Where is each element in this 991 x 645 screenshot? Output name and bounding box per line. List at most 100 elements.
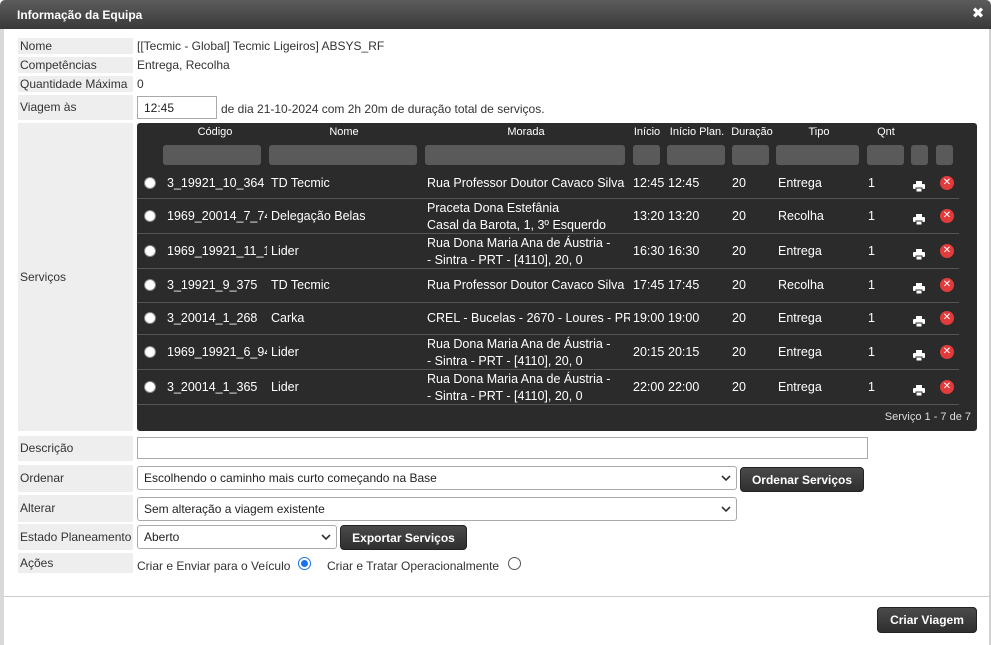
row-select-radio[interactable] [144,380,156,393]
header-duracao[interactable]: Duração [730,126,774,138]
print-icon[interactable] [913,213,925,225]
cell-qnt: 1 [868,243,875,258]
header-morada[interactable]: Morada [425,126,627,138]
cell-codigo: 3_19921_10_364 [167,176,265,190]
filter-codigo[interactable] [163,145,261,165]
cell-qnt: 1 [868,379,875,394]
header-nome[interactable]: Nome [269,126,419,138]
cell-morada: Rua Professor Doutor Cavaco Silva [427,278,625,292]
morada-line-2: - Sintra - PRT - [4110], 20, 0 [427,253,583,267]
filter-nome[interactable] [269,145,417,165]
cell-inicio: 19:00 [633,311,665,325]
acao-enviar-radio[interactable] [298,557,311,570]
header-codigo[interactable]: Código [165,126,265,138]
row-select-radio[interactable] [144,177,156,189]
cell-plan: 19:00 [668,311,700,325]
cell-morada: Praceta Dona Estefânia Casal da Barota, 1… [427,200,630,234]
cell-tipo: Entrega [778,243,822,258]
cell-duracao: 20 [732,311,746,325]
cell-duracao: 20 [732,344,746,359]
table-row[interactable]: 1969_19921_11_1 Lider Rua Dona Maria Ana d… [137,234,959,269]
cell-codigo: 3_20014_1_365 [167,379,258,394]
print-icon[interactable] [913,181,925,192]
table-row[interactable]: 3_20014_1_365 Lider Rua Dona Maria Ana de … [137,370,959,405]
filter-tipo[interactable] [776,145,859,165]
header-inicio-plan[interactable]: Início Plan. [667,126,727,138]
filter-delete[interactable] [936,145,953,165]
delete-icon[interactable]: ✕ [940,379,954,394]
filter-print[interactable] [911,145,928,165]
cell-nome: Delegação Belas [271,208,366,223]
filter-inicio-plan[interactable] [667,145,725,165]
exportar-servicos-button[interactable]: Exportar Serviços [340,525,467,550]
table-row[interactable]: 3_19921_10_364 TD Tecmic Rua Professor Dou… [137,169,959,199]
acao-tratar-radio[interactable] [508,557,521,570]
chevron-down-icon [721,506,731,513]
cell-tipo: Entrega [778,344,822,359]
cell-plan: 13:20 [668,208,700,223]
delete-icon[interactable]: ✕ [940,278,954,292]
cell-qnt: 1 [868,278,875,292]
cell-plan: 22:00 [668,379,700,394]
filter-duracao[interactable] [732,145,769,165]
table-row[interactable]: 3_19921_9_375 TD Tecmic Rua Professor Dout… [137,269,959,303]
row-select-radio[interactable] [144,345,156,358]
cell-inicio: 20:15 [633,344,665,359]
alterar-select[interactable]: Sem alteração a viagem existente [137,497,737,521]
table-row[interactable]: 3_20014_1_268 Carka CREL - Bucelas - 2670 … [137,303,959,335]
cell-duracao: 20 [732,208,746,223]
filter-inicio[interactable] [633,145,660,165]
cell-duracao: 20 [732,243,746,258]
nome-label: Nome [18,38,133,54]
filter-qnt[interactable] [867,145,904,165]
close-icon[interactable]: ✖ [971,6,985,21]
delete-icon[interactable]: ✕ [940,176,954,190]
cell-morada: Rua Professor Doutor Cavaco Silva [427,176,625,190]
delete-icon[interactable]: ✕ [940,344,954,359]
ordenar-select[interactable]: Escolhendo o caminho mais curto começand… [137,466,737,490]
delete-icon[interactable]: ✕ [940,243,954,258]
print-icon[interactable] [913,316,925,327]
quantidade-value: 0 [137,77,144,91]
criar-viagem-button[interactable]: Criar Viagem [877,607,977,633]
header-tipo[interactable]: Tipo [777,126,861,138]
header-inicio[interactable]: Início [632,126,662,138]
table-row[interactable]: 1969_20014_7_74 Delegação Belas Praceta Do… [137,199,959,234]
estado-select[interactable]: Aberto [137,525,337,549]
descricao-label: Descrição [18,436,133,461]
cell-inicio: 17:45 [633,278,665,292]
cell-codigo: 1969_19921_6_94 [167,344,267,359]
estado-label: Estado Planeamento [18,524,133,550]
ordenar-servicos-button[interactable]: Ordenar Serviços [740,467,864,492]
cell-duracao: 20 [732,278,746,292]
quantidade-label: Quantidade Máxima [18,76,133,92]
header-qnt[interactable]: Qnt [867,126,905,138]
alterar-selected: Sem alteração a viagem existente [144,502,325,516]
cell-nome: Lider [271,379,299,394]
row-select-radio[interactable] [144,244,156,257]
cell-nome: TD Tecmic [271,176,330,190]
filter-morada[interactable] [425,145,625,165]
print-icon[interactable] [913,349,925,361]
row-select-radio[interactable] [144,209,156,222]
viagem-time-input[interactable]: 12:45 [137,96,217,119]
cell-qnt: 1 [868,176,875,190]
cell-plan: 12:45 [668,176,700,190]
servicos-label: Serviços [18,123,133,431]
cell-tipo: Entrega [778,176,822,190]
row-select-radio[interactable] [144,279,156,291]
delete-icon[interactable]: ✕ [940,208,954,223]
print-icon[interactable] [913,283,925,294]
table-row[interactable]: 1969_19921_6_94 Lider Rua Dona Maria Ana d… [137,335,959,370]
row-select-radio[interactable] [144,312,156,324]
dialog-header: Informação da Equipa ✖ [0,0,991,29]
descricao-input[interactable] [137,437,868,459]
print-icon[interactable] [913,384,925,396]
nome-value: [[Tecmic - Global] Tecmic Ligeiros] ABSY… [137,39,385,53]
print-icon[interactable] [913,248,925,260]
delete-icon[interactable]: ✕ [940,311,954,325]
cell-codigo: 1969_19921_11_1 [167,243,267,258]
cell-qnt: 1 [868,344,875,359]
acao-tratar-label: Criar e Tratar Operacionalmente [327,559,500,573]
acoes-label: Ações [18,553,133,573]
